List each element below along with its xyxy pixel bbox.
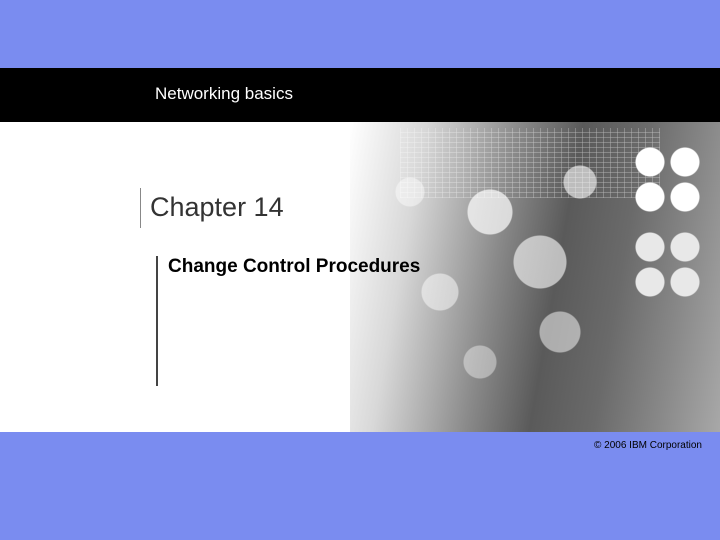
subtitle-separator (156, 256, 158, 386)
course-title: Networking basics (155, 84, 293, 104)
content-band: Chapter 14 Change Control Procedures (0, 122, 720, 432)
chapter-separator (140, 188, 141, 228)
chapter-label: Chapter 14 (150, 192, 284, 223)
header-band (0, 68, 720, 122)
copyright-text: © 2006 IBM Corporation (594, 440, 702, 451)
slide-subtitle: Change Control Procedures (168, 256, 420, 278)
